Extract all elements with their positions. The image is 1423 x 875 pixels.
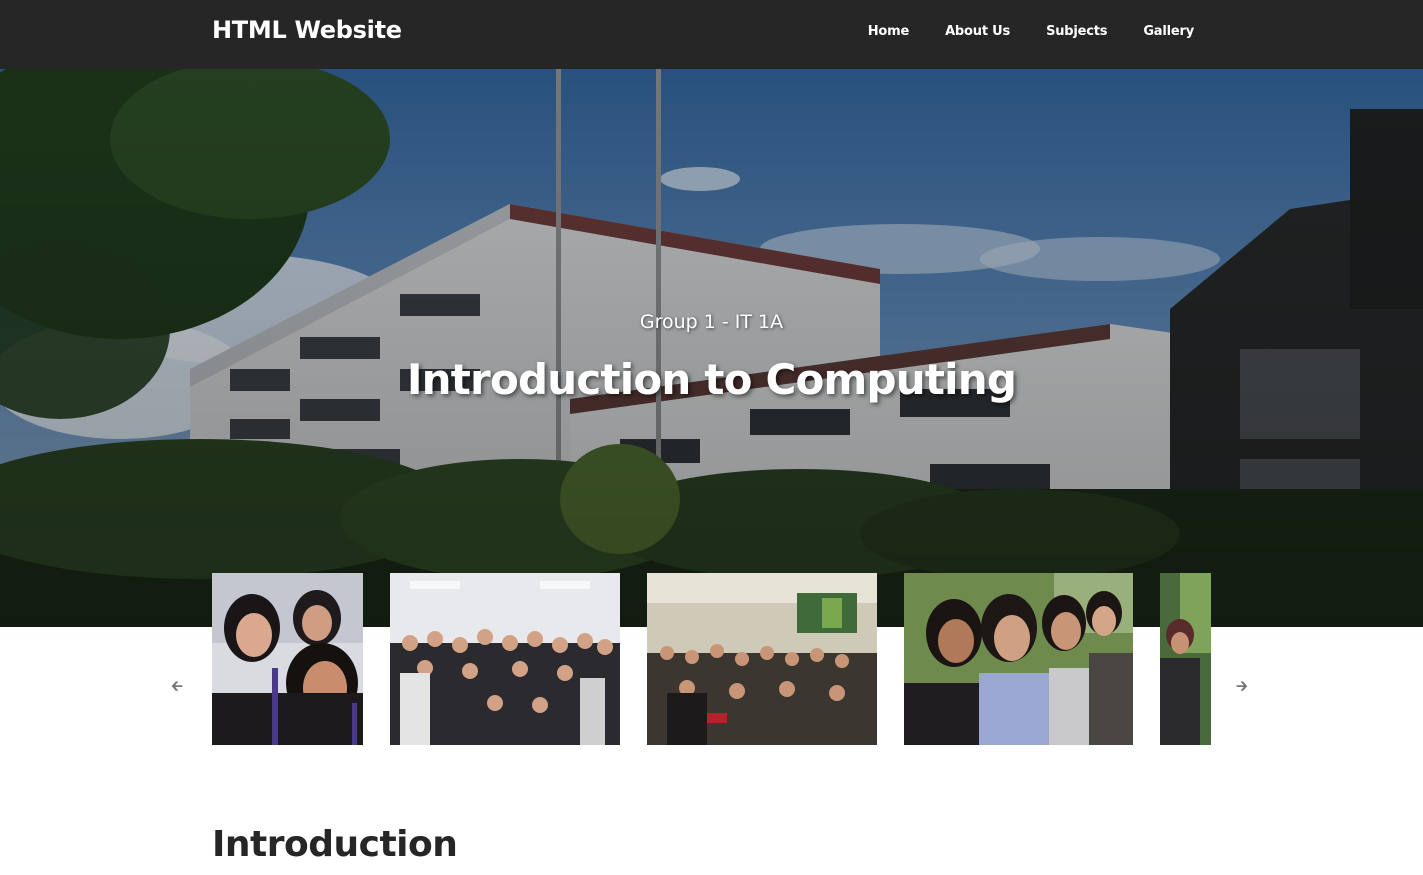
arrow-right-icon[interactable]: 🡲	[1234, 678, 1250, 694]
hero-title: Introduction to Computing	[406, 355, 1017, 404]
carousel-slide-3[interactable]	[647, 573, 877, 745]
carousel-slide-4[interactable]	[904, 573, 1133, 745]
carousel-slide-1[interactable]	[212, 573, 363, 745]
navbar: HTML Website Home About Us Subjects Gall…	[0, 0, 1423, 69]
class-group-photo	[390, 573, 620, 745]
nav-home[interactable]: Home	[868, 24, 910, 39]
group-selfie-photo	[212, 573, 363, 745]
carousel-slide-5[interactable]	[1160, 573, 1211, 745]
introduction-heading: Introduction	[212, 824, 458, 865]
hero-subtitle: Group 1 - IT 1A	[639, 311, 784, 333]
nav-subjects[interactable]: Subjects	[1046, 24, 1107, 39]
hero-banner: Group 1 - IT 1A Introduction to Computin…	[0, 69, 1423, 627]
hero-background-image	[0, 69, 1423, 627]
nav-gallery[interactable]: Gallery	[1143, 24, 1194, 39]
classroom-group-photo	[647, 573, 877, 745]
nav-about-us[interactable]: About Us	[945, 24, 1010, 39]
carousel-slide-2[interactable]	[390, 573, 620, 745]
photo-carousel	[212, 573, 1211, 745]
main-nav: Home About Us Subjects Gallery	[868, 24, 1195, 39]
site-brand[interactable]: HTML Website	[212, 16, 402, 44]
friends-selfie-photo	[904, 573, 1133, 745]
student-photo	[1160, 573, 1211, 745]
arrow-left-icon[interactable]: 🡰	[169, 678, 185, 694]
